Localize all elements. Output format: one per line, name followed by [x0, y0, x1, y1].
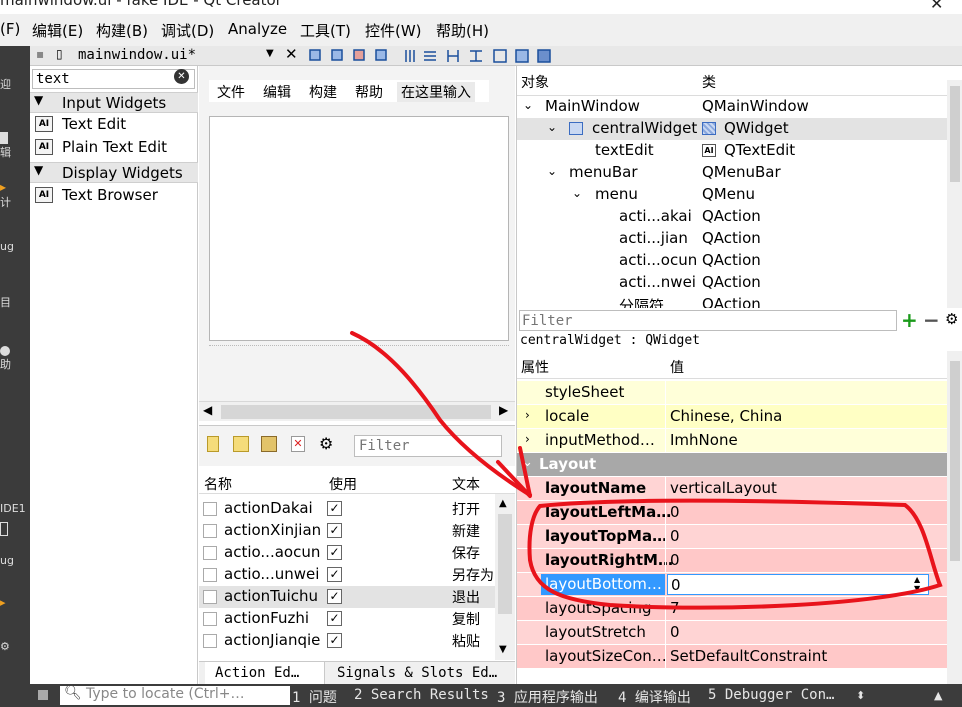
annotation-arrow	[350, 331, 532, 497]
annotation-arrow-head	[496, 446, 532, 498]
annotation-circle	[527, 498, 943, 610]
annotation-overlay	[350, 331, 943, 610]
